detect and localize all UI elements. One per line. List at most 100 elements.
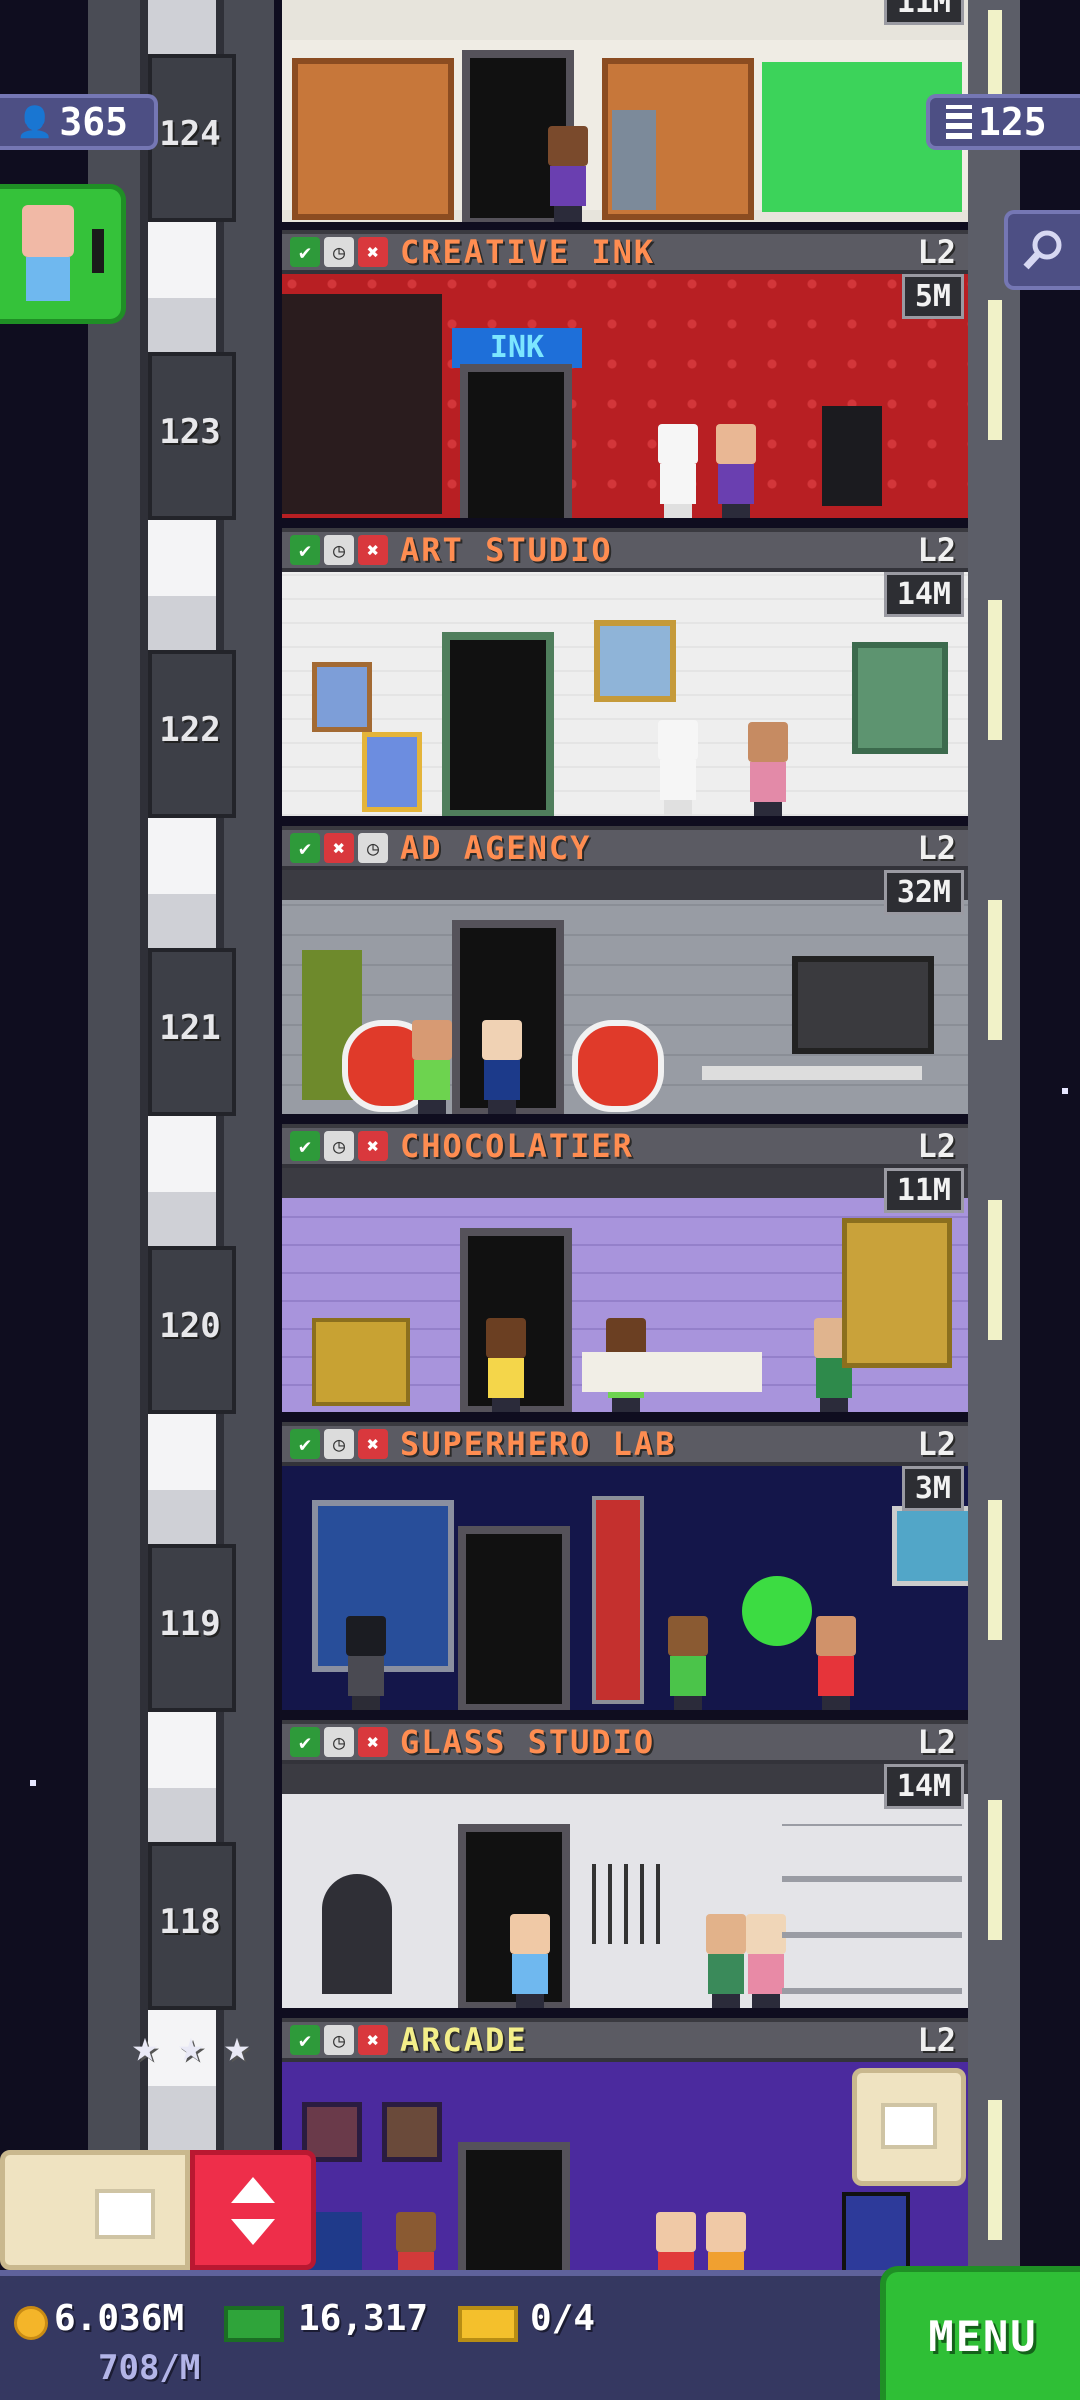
wall-light bbox=[988, 900, 1002, 1040]
search-button[interactable] bbox=[1004, 210, 1080, 290]
menu-label: MENU bbox=[928, 2311, 1038, 2361]
ticket-icon bbox=[458, 2306, 518, 2342]
vip-visitor-button[interactable] bbox=[0, 184, 126, 324]
floor-price-tag: 14M bbox=[883, 572, 964, 617]
floor-price-tag: 3M bbox=[901, 1466, 964, 1511]
tickets-value: 0/4 bbox=[530, 2298, 596, 2339]
snowman bbox=[654, 424, 702, 518]
room-level: L2 bbox=[917, 829, 956, 867]
wall-light bbox=[988, 2100, 1002, 2240]
vip-person-icon bbox=[22, 205, 74, 257]
floor-price-tag: 11M bbox=[883, 1168, 964, 1213]
check-icon: ✔ bbox=[290, 1131, 320, 1161]
floors-badge[interactable]: 125 bbox=[926, 94, 1080, 150]
room-name: ART STUDIO bbox=[400, 531, 613, 569]
clock-icon: ◷ bbox=[324, 1429, 354, 1459]
floor-room-art-studio[interactable]: 14M bbox=[282, 572, 968, 816]
elevator-button[interactable] bbox=[190, 2150, 316, 2270]
wall-light bbox=[988, 1200, 1002, 1340]
star-icon: ★ bbox=[177, 2021, 205, 2072]
floor-room-superhero-lab[interactable]: 3M bbox=[282, 1466, 968, 1710]
box-icon bbox=[95, 2189, 155, 2239]
menu-button[interactable]: MENU bbox=[880, 2266, 1080, 2400]
check-icon: ✔ bbox=[290, 1727, 320, 1757]
star-dot bbox=[1062, 1088, 1068, 1094]
floor-rating: ★ ★ ★ bbox=[124, 2021, 258, 2072]
alert-icon bbox=[92, 229, 104, 273]
x-icon: ✖ bbox=[358, 535, 388, 565]
star-icon: ★ bbox=[223, 2021, 251, 2072]
floor-number: 122 bbox=[159, 710, 221, 750]
floor-room-creative-ink[interactable]: INK 5M bbox=[282, 274, 968, 518]
floors-count: 125 bbox=[978, 100, 1047, 144]
elevator-arrows-icon bbox=[231, 2177, 275, 2245]
clock-icon: ◷ bbox=[324, 1131, 354, 1161]
check-icon: ✔ bbox=[290, 833, 320, 863]
wall-light bbox=[988, 1800, 1002, 1940]
wall-light bbox=[988, 600, 1002, 740]
floor-number: 118 bbox=[159, 1902, 221, 1942]
clock-icon: ◷ bbox=[324, 1727, 354, 1757]
floor-room-glass-studio[interactable]: 14M bbox=[282, 1764, 968, 2008]
x-icon: ✖ bbox=[358, 2025, 388, 2055]
clock-icon: ◷ bbox=[324, 2025, 354, 2055]
box-icon bbox=[881, 2103, 937, 2149]
floor-room-125[interactable]: 11M bbox=[282, 0, 968, 222]
check-icon: ✔ bbox=[290, 1429, 320, 1459]
person-icon: 👤 bbox=[16, 104, 54, 140]
floor-header-superhero-lab[interactable]: ✔ ◷ ✖ SUPERHERO LAB L2 bbox=[282, 1422, 968, 1466]
population-badge[interactable]: 👤 365 bbox=[0, 94, 158, 150]
build-room-button[interactable] bbox=[852, 2068, 966, 2186]
floor-header-creative-ink[interactable]: ✔ ◷ ✖ CREATIVE INK L2 bbox=[282, 230, 968, 274]
x-icon: ✖ bbox=[324, 833, 354, 863]
elevator-controls bbox=[0, 2150, 320, 2270]
x-icon: ✖ bbox=[358, 237, 388, 267]
x-icon: ✖ bbox=[358, 1727, 388, 1757]
clock-icon: ◷ bbox=[324, 237, 354, 267]
floor-header-glass-studio[interactable]: ✔ ◷ ✖ GLASS STUDIO L2 bbox=[282, 1720, 968, 1764]
coin-rate: 708/M bbox=[98, 2348, 201, 2388]
search-icon bbox=[1023, 230, 1062, 270]
floor-number: 124 bbox=[159, 114, 221, 154]
coin-icon bbox=[14, 2306, 48, 2340]
population-count: 365 bbox=[59, 100, 128, 144]
wall-light bbox=[988, 1500, 1002, 1640]
x-icon: ✖ bbox=[358, 1131, 388, 1161]
room-name: AD AGENCY bbox=[400, 829, 592, 867]
clock-icon: ◷ bbox=[358, 833, 388, 863]
floor-room-chocolatier[interactable]: 11M bbox=[282, 1168, 968, 1412]
room-level: L2 bbox=[917, 1723, 956, 1761]
check-icon: ✔ bbox=[290, 237, 320, 267]
floor-room-ad-agency[interactable]: 32M bbox=[282, 870, 968, 1114]
floor-price-tag: 32M bbox=[883, 870, 964, 915]
floor-number: 120 bbox=[159, 1306, 221, 1346]
wall-light bbox=[988, 300, 1002, 440]
floor-number: 123 bbox=[159, 412, 221, 452]
floor-number: 121 bbox=[159, 1008, 221, 1048]
room-level: L2 bbox=[917, 1127, 956, 1165]
x-icon: ✖ bbox=[358, 1429, 388, 1459]
floor-header-art-studio[interactable]: ✔ ◷ ✖ ART STUDIO L2 bbox=[282, 528, 968, 572]
room-level: L2 bbox=[917, 1425, 956, 1463]
room-level: L2 bbox=[917, 233, 956, 271]
room-level: L2 bbox=[917, 531, 956, 569]
floor-header-ad-agency[interactable]: ✔ ✖ ◷ AD AGENCY L2 bbox=[282, 826, 968, 870]
check-icon: ✔ bbox=[290, 535, 320, 565]
room-name: ARCADE bbox=[400, 2021, 528, 2059]
floor-price-tag: 5M bbox=[901, 274, 964, 319]
snowman bbox=[654, 720, 702, 816]
clock-icon: ◷ bbox=[324, 535, 354, 565]
bux-icon bbox=[224, 2306, 284, 2342]
floor-header-arcade[interactable]: ✔ ◷ ✖ ARCADE L2 bbox=[282, 2018, 968, 2062]
room-name: CREATIVE INK bbox=[400, 233, 656, 271]
floor-header-chocolatier[interactable]: ✔ ◷ ✖ CHOCOLATIER L2 bbox=[282, 1124, 968, 1168]
floor-number: 119 bbox=[159, 1604, 221, 1644]
floor-price-tag: 14M bbox=[883, 1764, 964, 1809]
coins-value: 6.036M bbox=[54, 2298, 185, 2339]
room-level: L2 bbox=[917, 2021, 956, 2059]
room-name: SUPERHERO LAB bbox=[400, 1425, 677, 1463]
stack-button[interactable] bbox=[0, 2150, 190, 2270]
room-name: GLASS STUDIO bbox=[400, 1723, 656, 1761]
floor-price-tag: 11M bbox=[883, 0, 964, 25]
check-icon: ✔ bbox=[290, 2025, 320, 2055]
